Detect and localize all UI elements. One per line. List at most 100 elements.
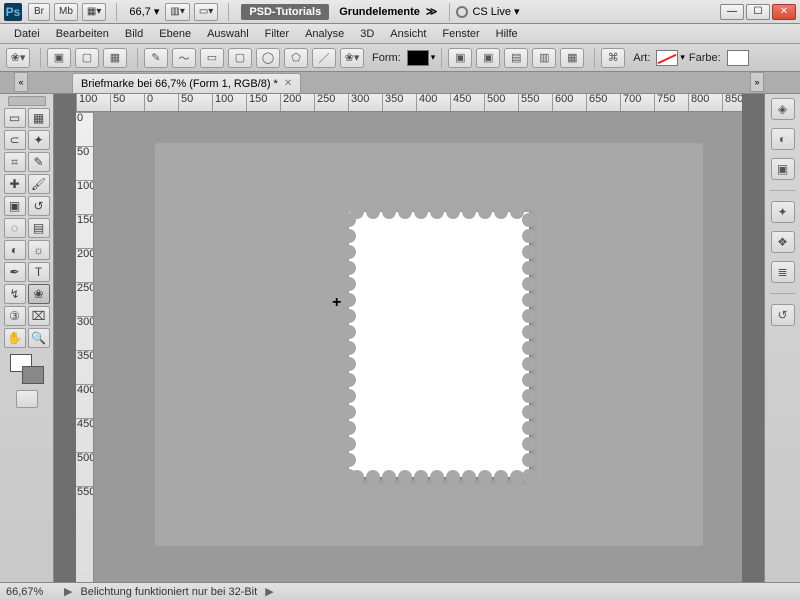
combine-subtract-icon[interactable]: ▤: [504, 48, 528, 68]
status-bar: 66,67% ▶ Belichtung funktioniert nur bei…: [0, 582, 800, 600]
tool-brush[interactable]: 🖌: [28, 174, 50, 194]
adjustments-panel-icon[interactable]: ◐: [771, 128, 795, 150]
form-label: Form:: [372, 52, 401, 64]
style-picker[interactable]: [656, 50, 678, 66]
toolbox: ▭▦⊂✦⌗✎✚🖌▣↺◌▤◐☼✒T↯❀③⌧✋🔍: [0, 94, 54, 582]
tool-type[interactable]: T: [28, 262, 50, 282]
menu-bild[interactable]: Bild: [117, 26, 151, 42]
freeform-pen-icon[interactable]: 〜: [172, 48, 196, 68]
workspace-name[interactable]: Grundelemente: [339, 6, 420, 18]
shape-picker[interactable]: [407, 50, 429, 66]
tool-history-brush[interactable]: ↺: [28, 196, 50, 216]
fill-pixels-button[interactable]: ▦: [103, 48, 127, 68]
info-panel-icon[interactable]: ✦: [771, 201, 795, 223]
tool-marquee[interactable]: ▦: [28, 108, 50, 128]
masks-panel-icon[interactable]: ▣: [771, 158, 795, 180]
tool-custom-shape[interactable]: ❀: [28, 284, 50, 304]
menu-ebene[interactable]: Ebene: [151, 26, 199, 42]
tool-path-select[interactable]: ↯: [4, 284, 26, 304]
combine-exclude-icon[interactable]: ▦: [560, 48, 584, 68]
tool-lasso[interactable]: ⊂: [4, 130, 26, 150]
rounded-rect-icon[interactable]: ▢: [228, 48, 252, 68]
screen-mode-button[interactable]: ▭▾: [194, 3, 218, 21]
link-icon[interactable]: ⌘: [601, 48, 625, 68]
minimize-button[interactable]: —: [720, 4, 744, 20]
menu-analyse[interactable]: Analyse: [297, 26, 352, 42]
workspace-pill[interactable]: PSD-Tutorials: [241, 4, 329, 20]
tool-dodge[interactable]: ☼: [28, 240, 50, 260]
document-tab-title: Briefmarke bei 66,7% (Form 1, RGB/8) *: [81, 78, 278, 90]
tool-gradient[interactable]: ▤: [28, 218, 50, 238]
combine-new-icon[interactable]: ▣: [448, 48, 472, 68]
tool-hand[interactable]: ✋: [4, 328, 26, 348]
view-extras-button[interactable]: ▦▾: [82, 3, 106, 21]
tool-eraser[interactable]: ◌: [4, 218, 26, 238]
stamp-shape[interactable]: [349, 212, 529, 477]
tool-clone[interactable]: ▣: [4, 196, 26, 216]
horizontal-ruler[interactable]: 1005005010015020025030035040045050055060…: [76, 94, 742, 112]
tool-preset-button[interactable]: ❀▾: [6, 48, 30, 68]
arrange-button[interactable]: ▥▾: [165, 3, 189, 21]
tool-eyedropper[interactable]: ✎: [28, 152, 50, 172]
combine-intersect-icon[interactable]: ▥: [532, 48, 556, 68]
styles-panel-icon[interactable]: ≣: [771, 261, 795, 283]
vertical-ruler[interactable]: 050100150200250300350400450500550: [76, 112, 94, 582]
tool-blur[interactable]: ◐: [4, 240, 26, 260]
minibridge-button[interactable]: Mb: [54, 3, 78, 21]
status-menu2-icon[interactable]: ▶: [265, 585, 273, 598]
status-zoom[interactable]: 66,67%: [6, 586, 56, 598]
cslive-button[interactable]: CS Live ▾: [472, 5, 519, 18]
line-shape-icon[interactable]: ／: [312, 48, 336, 68]
separator: [228, 3, 229, 21]
tool-crop[interactable]: ⌗: [4, 152, 26, 172]
tool-3d-camera[interactable]: ⌧: [28, 306, 50, 326]
rect-shape-icon[interactable]: ▭: [200, 48, 224, 68]
more-workspaces-icon[interactable]: ≫: [426, 5, 438, 18]
close-tab-icon[interactable]: ✕: [284, 78, 292, 89]
menu-filter[interactable]: Filter: [257, 26, 297, 42]
menu-datei[interactable]: Datei: [6, 26, 48, 42]
zoom-level[interactable]: 66,7 ▾: [129, 5, 159, 18]
menu-auswahl[interactable]: Auswahl: [199, 26, 257, 42]
ps-logo-icon: Ps: [4, 3, 22, 21]
quickmask-button[interactable]: [16, 390, 38, 408]
tool-move[interactable]: ▭: [4, 108, 26, 128]
layers-panel-icon[interactable]: ◈: [771, 98, 795, 120]
canvas-area: 1005005010015020025030035040045050055060…: [76, 94, 742, 582]
collapse-left-icon[interactable]: «: [14, 72, 28, 92]
tool-spot-heal[interactable]: ✚: [4, 174, 26, 194]
tool-magic-wand[interactable]: ✦: [28, 130, 50, 150]
tool-pen[interactable]: ✒: [4, 262, 26, 282]
menu-fenster[interactable]: Fenster: [434, 26, 487, 42]
document-tab[interactable]: Briefmarke bei 66,7% (Form 1, RGB/8) * ✕: [72, 73, 301, 93]
tool-zoom[interactable]: 🔍: [28, 328, 50, 348]
toolbox-grip[interactable]: [8, 96, 46, 106]
tool-3d[interactable]: ③: [4, 306, 26, 326]
color-picker[interactable]: [727, 50, 749, 66]
custom-shape-icon[interactable]: ❀▾: [340, 48, 364, 68]
ellipse-shape-icon[interactable]: ◯: [256, 48, 280, 68]
separator: [449, 3, 450, 21]
polygon-shape-icon[interactable]: ⬠: [284, 48, 308, 68]
history-panel-icon[interactable]: ↺: [771, 304, 795, 326]
workspace: ▭▦⊂✦⌗✎✚🖌▣↺◌▤◐☼✒T↯❀③⌧✋🔍 10050050100150200…: [0, 94, 800, 582]
collapse-right-icon[interactable]: »: [750, 72, 764, 92]
swatches-panel-icon[interactable]: ❖: [771, 231, 795, 253]
menu-ansicht[interactable]: Ansicht: [382, 26, 434, 42]
menu-3d[interactable]: 3D: [352, 26, 382, 42]
pen-tool-icon[interactable]: ✎: [144, 48, 168, 68]
paths-button[interactable]: ▢: [75, 48, 99, 68]
bridge-button[interactable]: Br: [28, 3, 50, 21]
close-button[interactable]: ✕: [772, 4, 796, 20]
status-info: Belichtung funktioniert nur bei 32-Bit: [80, 586, 257, 598]
menu-hilfe[interactable]: Hilfe: [488, 26, 526, 42]
shape-layers-button[interactable]: ▣: [47, 48, 71, 68]
color-swatches[interactable]: [10, 354, 44, 384]
background-color[interactable]: [22, 366, 44, 384]
combine-add-icon[interactable]: ▣: [476, 48, 500, 68]
gutter-left: [54, 94, 76, 582]
menu-bearbeiten[interactable]: Bearbeiten: [48, 26, 117, 42]
status-menu-icon[interactable]: ▶: [64, 585, 72, 598]
canvas[interactable]: +: [94, 112, 742, 582]
maximize-button[interactable]: ☐: [746, 4, 770, 20]
